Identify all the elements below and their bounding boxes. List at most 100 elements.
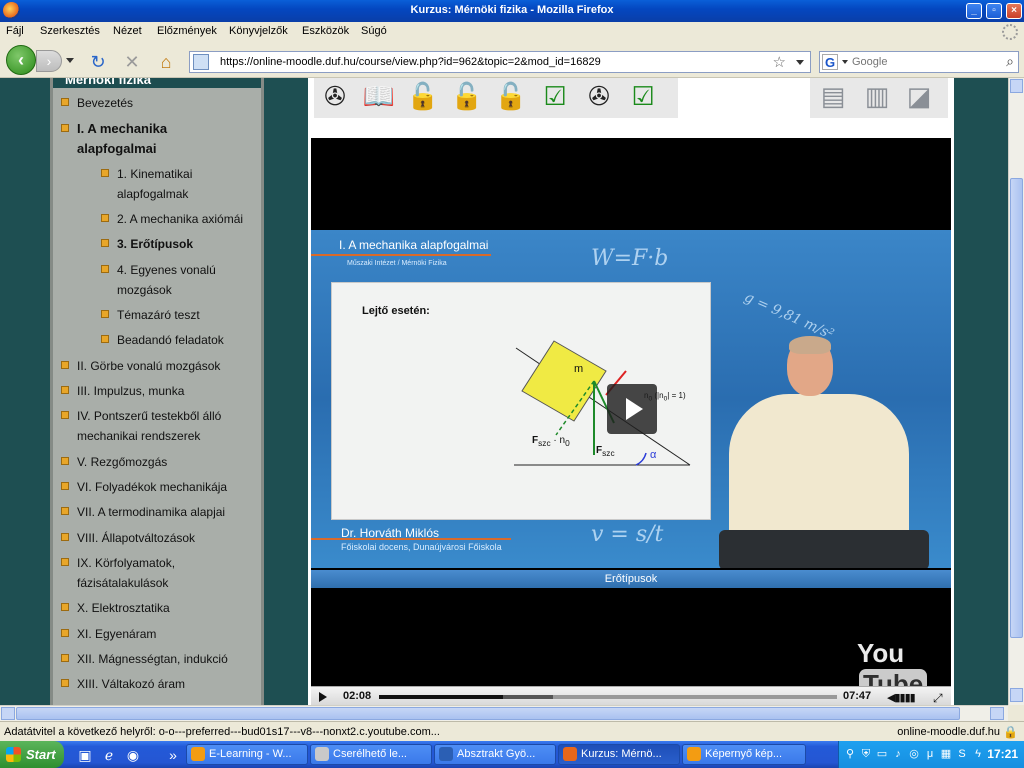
forward-button[interactable]: › — [36, 50, 62, 72]
menu-view[interactable]: Nézet — [113, 25, 142, 37]
search-input[interactable] — [852, 54, 992, 70]
bullet-icon — [61, 654, 69, 662]
site-identity-icon[interactable] — [193, 54, 209, 70]
menu-history[interactable]: Előzmények — [157, 25, 217, 37]
closed-book-icon[interactable]: ◪ — [902, 80, 936, 112]
url-bar[interactable]: ☆ — [189, 51, 811, 73]
quicklaunch-overflow-icon[interactable]: » — [164, 746, 182, 764]
bookmark-star-icon[interactable]: ☆ — [773, 53, 786, 71]
sidebar-item-valtakozo[interactable]: XIII. Váltakozó áram — [61, 674, 185, 694]
tray-network-icon[interactable]: ⚲ — [843, 747, 857, 761]
reload-icon[interactable]: ↻ — [88, 52, 108, 72]
throbber-icon — [1002, 24, 1018, 40]
fullscreen-icon[interactable]: ⤢ — [933, 691, 943, 705]
sidebar-item-elektrosztatika[interactable]: X. Elektrosztatika — [61, 598, 170, 618]
play-icon[interactable] — [319, 692, 327, 702]
start-button[interactable]: Start — [0, 741, 64, 768]
elearning-lock-icon[interactable]: 🔓 — [494, 80, 528, 112]
sidebar-item-allapotvaltozasok[interactable]: VIII. Állapotváltozások — [61, 528, 195, 548]
sidebar-item-bevezetes[interactable]: Bevezetés — [61, 93, 133, 113]
book-icon[interactable]: 📖 — [362, 80, 396, 112]
tray-volume-icon[interactable]: ♪ — [891, 747, 905, 761]
menu-help[interactable]: Súgó — [361, 25, 387, 37]
ie-icon[interactable]: ℯ — [100, 746, 118, 764]
url-dropdown-icon[interactable] — [796, 60, 804, 65]
url-input[interactable] — [220, 54, 760, 70]
close-button[interactable]: × — [1006, 3, 1022, 19]
tray-shield-icon[interactable]: ⛨ — [859, 747, 873, 761]
document-icon[interactable]: ▤ — [816, 80, 850, 112]
sidebar-item-axiomai[interactable]: 2. A mechanika axiómái — [101, 209, 243, 229]
sidebar-item-kinematikai[interactable]: 1. Kinematikai alapfogalmak — [101, 164, 237, 204]
scroll-right-arrow[interactable] — [990, 707, 1004, 720]
google-engine-icon[interactable]: G — [822, 54, 838, 70]
vertical-scrollbar[interactable] — [1008, 78, 1024, 705]
task-firefox-course[interactable]: Kurzus: Mérnö... — [558, 744, 680, 765]
sidebar-item-termodinamika[interactable]: VII. A termodinamika alapjai — [61, 502, 225, 522]
checkbox-checked-icon[interactable]: ☑ — [538, 80, 572, 112]
sidebar-item-beadando[interactable]: Beadandó feladatok — [101, 330, 224, 350]
tray-power-icon[interactable]: ϟ — [971, 747, 985, 761]
sidebar-item-mechanika[interactable]: I. A mechanika alapfogalmai — [61, 119, 207, 159]
stop-icon[interactable]: ✕ — [122, 52, 142, 72]
sidebar-item-magnesseg[interactable]: XII. Mágnesség­tan, indukció — [61, 649, 228, 669]
tray-app-icon[interactable]: ▦ — [939, 747, 953, 761]
vertical-scroll-thumb[interactable] — [1010, 178, 1023, 638]
sidebar-item-korfolyamatok[interactable]: IX. Körfolyamatok, fázisátalakulások — [61, 553, 217, 593]
sidebar-item-temazaro[interactable]: Témazáró teszt — [101, 305, 200, 325]
history-dropdown-icon[interactable] — [66, 58, 74, 63]
video-reel-icon[interactable]: ✇ — [318, 80, 352, 112]
progress-track[interactable] — [379, 695, 837, 699]
search-engine-dropdown-icon[interactable] — [842, 60, 848, 64]
force-label-left: Fszc · n0 — [532, 435, 570, 448]
video-player[interactable]: I. A mechanika alapfogalmai Műszaki Inté… — [311, 138, 951, 705]
sidebar-item-folyadekok[interactable]: VI. Folyadékok mechanikája — [61, 477, 227, 497]
scroll-up-arrow[interactable] — [1010, 79, 1023, 93]
volume-icon[interactable]: ◀▮▮▮▮ — [887, 691, 916, 704]
task-removable[interactable]: Cserélhető le... — [310, 744, 432, 765]
tray-monitor-icon[interactable]: ▭ — [875, 747, 889, 761]
ppt-file-icon[interactable]: ▥ — [860, 80, 894, 112]
sidebar-item-gorbe[interactable]: II. Görbe vonalú mozgások — [61, 356, 220, 376]
show-desktop-icon[interactable]: ▣ — [76, 746, 94, 764]
search-icon[interactable]: ⌕ — [1006, 53, 1014, 70]
checkbox-checked-icon[interactable]: ☑ — [626, 80, 660, 112]
search-bar[interactable]: G ⌕ — [819, 51, 1019, 73]
slide-title: I. A mechanika alapfogalmai — [339, 238, 489, 252]
menu-tools[interactable]: Eszközök — [302, 25, 349, 37]
minimize-button[interactable]: _ — [966, 3, 982, 19]
bullet-icon — [61, 457, 69, 465]
video-reel-icon[interactable]: ✇ — [582, 80, 616, 112]
sidebar-item-rezgomozgas[interactable]: V. Rezgőmozgás — [61, 452, 167, 472]
maximize-button[interactable]: ▫ — [986, 3, 1002, 19]
task-word-document[interactable]: Absztrakt Gyö... — [434, 744, 556, 765]
firefox-quicklaunch-icon[interactable]: ◉ — [124, 746, 142, 764]
lock-icon[interactable]: 🔒 — [1003, 725, 1018, 739]
sidebar-item-egyenes[interactable]: 4. Egyenes vonalú mozgások — [101, 260, 237, 300]
horizontal-scroll-thumb[interactable] — [16, 707, 960, 720]
menu-file[interactable]: Fájl — [6, 25, 24, 37]
tray-app-icon[interactable]: ◎ — [907, 747, 921, 761]
elearning-lock-icon[interactable]: 🔓 — [406, 80, 440, 112]
horizontal-scrollbar[interactable] — [0, 705, 1008, 721]
elearning-lock-icon[interactable]: 🔓 — [450, 80, 484, 112]
tray-utorrent-icon[interactable]: μ — [923, 747, 937, 761]
big-play-button[interactable] — [607, 384, 657, 434]
task-screenshot[interactable]: Képernyő kép... — [682, 744, 806, 765]
sidebar-item-egyenaram[interactable]: XI. Egyenáram — [61, 624, 156, 644]
scroll-down-arrow[interactable] — [1010, 688, 1023, 702]
home-icon[interactable]: ⌂ — [156, 52, 176, 72]
menu-bookmarks[interactable]: Könyvjelzők — [229, 25, 288, 37]
tray-skype-icon[interactable]: S — [955, 747, 969, 761]
sidebar-item-pontszeru[interactable]: IV. Pontszerű testekből álló mechanikai … — [61, 406, 247, 446]
menu-edit[interactable]: Szerkesztés — [40, 25, 100, 37]
sidebar-item-erotipusok[interactable]: 3. Erőtípusok — [101, 234, 193, 254]
back-button[interactable]: ‹ — [6, 45, 36, 75]
status-message: Adatátvitel a következő helyről: o-o---p… — [4, 726, 440, 738]
sidebar-item-impulzus[interactable]: III. Impulzus, munka — [61, 381, 184, 401]
bullet-icon — [61, 603, 69, 611]
sidebar-header: Mérnöki fizika — [53, 78, 261, 88]
task-elearning[interactable]: E-Learning - W... — [186, 744, 308, 765]
scroll-left-arrow[interactable] — [1, 707, 15, 720]
window-title: Kurzus: Mérnöki fizika - Mozilla Firefox — [410, 4, 614, 16]
